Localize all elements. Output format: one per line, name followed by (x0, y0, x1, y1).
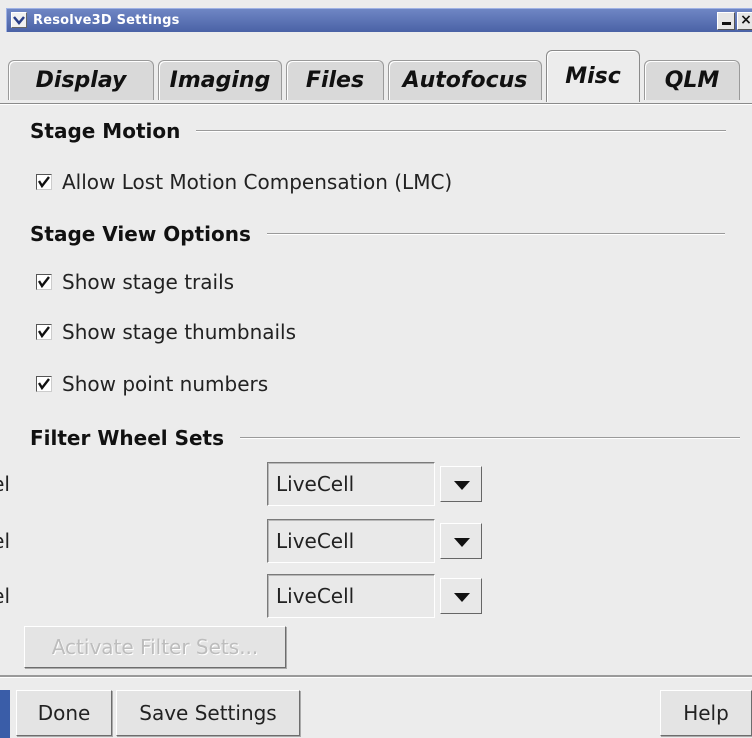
stage-trails-label: Show stage trails (62, 270, 235, 294)
excitation-filter-label: Excitation filter wheel (0, 472, 10, 496)
stage-trails-row[interactable]: Show stage trails (36, 270, 234, 294)
window-title: Resolve3D Settings (33, 13, 180, 28)
stage-thumbnails-label: Show stage thumbnails (62, 320, 297, 344)
eyepiece-dropdown-button[interactable] (440, 578, 482, 614)
lmc-checkbox-row[interactable]: Allow Lost Motion Compensation (LMC) (36, 170, 452, 194)
window-menu-button[interactable] (11, 12, 27, 28)
section-title: Stage View Options (30, 222, 251, 246)
emission-dropdown-button[interactable] (440, 523, 482, 559)
eyepiece-filter-select[interactable]: LiveCell (267, 574, 435, 618)
help-button[interactable]: Help (660, 690, 752, 736)
section-divider (266, 233, 725, 235)
save-settings-button[interactable]: Save Settings (116, 690, 300, 736)
stage-thumbnails-checkbox[interactable] (36, 324, 52, 340)
chevron-down-icon (13, 16, 25, 25)
section-stage-motion: Stage Motion (30, 119, 727, 143)
tab-display[interactable]: Display (8, 60, 154, 100)
lmc-label: Allow Lost Motion Compensation (LMC) (62, 170, 453, 194)
emission-filter-label: Emission filter wheel (0, 529, 10, 553)
settings-window: Resolve3D Settings × Display Imaging Fil… (0, 0, 752, 738)
excitation-filter-select[interactable]: LiveCell (267, 462, 435, 506)
check-icon (38, 378, 50, 390)
title-bar[interactable]: Resolve3D Settings × (6, 8, 752, 32)
emission-filter-row: Emission filter wheel LiveCell (0, 519, 500, 563)
eyepiece-filter-label: Eyepiece filter wheel (0, 584, 10, 608)
stage-thumbnails-row[interactable]: Show stage thumbnails (36, 320, 296, 344)
section-divider (196, 130, 727, 132)
done-button[interactable]: Done (16, 690, 112, 736)
check-icon (38, 326, 50, 338)
point-numbers-checkbox[interactable] (36, 376, 52, 392)
tab-bar: Display Imaging Files Autofocus Misc QLM (0, 44, 752, 104)
tab-files[interactable]: Files (286, 60, 384, 100)
footer-separator (0, 675, 752, 678)
minimize-button[interactable] (717, 12, 735, 30)
tab-divider (0, 103, 752, 105)
section-stage-view: Stage View Options (30, 222, 725, 246)
section-divider (240, 437, 741, 439)
lmc-checkbox[interactable] (36, 174, 52, 190)
emission-filter-select[interactable]: LiveCell (267, 519, 435, 563)
check-icon (38, 276, 50, 288)
section-filter-wheels: Filter Wheel Sets (30, 426, 741, 450)
excitation-dropdown-button[interactable] (440, 466, 482, 502)
tab-autofocus[interactable]: Autofocus (388, 60, 542, 100)
tab-qlm[interactable]: QLM (644, 60, 740, 100)
tab-imaging[interactable]: Imaging (158, 60, 282, 100)
section-title: Stage Motion (30, 119, 181, 143)
window-edge (0, 690, 10, 738)
point-numbers-label: Show point numbers (62, 372, 269, 396)
eyepiece-filter-row: Eyepiece filter wheel LiveCell (0, 574, 500, 618)
activate-filter-sets-button[interactable]: Activate Filter Sets... (24, 626, 286, 668)
point-numbers-row[interactable]: Show point numbers (36, 372, 268, 396)
tab-misc[interactable]: Misc (546, 50, 640, 102)
excitation-filter-row: Excitation filter wheel LiveCell (0, 462, 500, 506)
close-button[interactable]: × (737, 12, 752, 30)
section-title: Filter Wheel Sets (30, 426, 225, 450)
stage-trails-checkbox[interactable] (36, 274, 52, 290)
check-icon (38, 176, 50, 188)
